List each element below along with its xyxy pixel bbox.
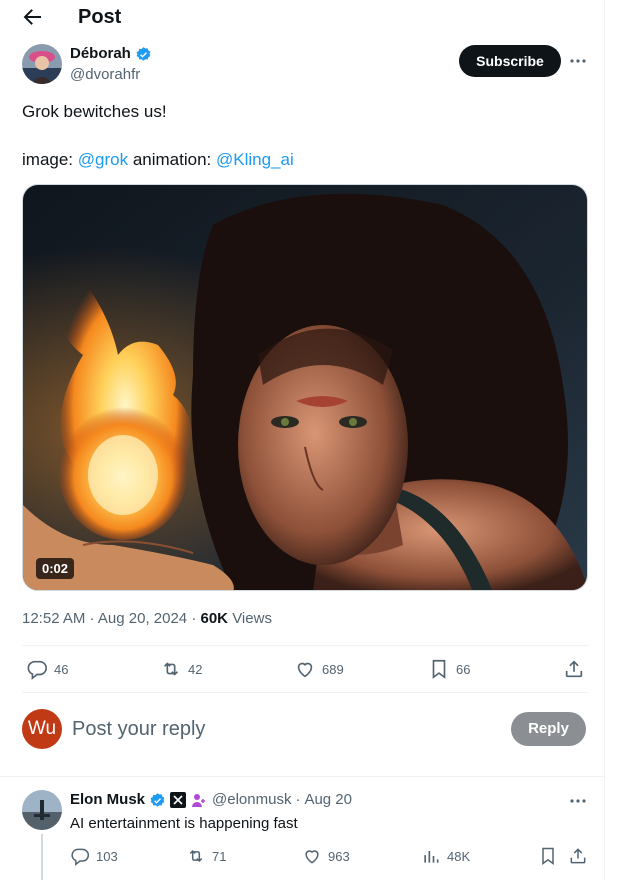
- repost-icon: [186, 846, 206, 866]
- reply-like-action[interactable]: 963: [302, 846, 350, 866]
- like-icon: [302, 846, 322, 866]
- reply-repost-count: 71: [212, 848, 227, 864]
- reply-button[interactable]: Reply: [511, 712, 586, 746]
- reply-author-handle[interactable]: @elonmusk: [212, 791, 291, 809]
- composer-avatar[interactable]: Wu: [22, 709, 62, 749]
- reply-count: 46: [54, 661, 69, 677]
- back-arrow-icon[interactable]: [20, 5, 44, 29]
- bookmark-action[interactable]: 66: [428, 658, 470, 680]
- reply-views-action[interactable]: 48K: [421, 846, 470, 866]
- like-count: 689: [322, 661, 344, 677]
- video-media[interactable]: [22, 184, 588, 591]
- animation-label: animation:: [132, 150, 212, 169]
- page-header: Post: [0, 0, 605, 34]
- reply-separator: ·: [295, 791, 301, 808]
- thread-line: [41, 834, 43, 880]
- video-duration-badge: 0:02: [36, 558, 75, 579]
- page-title: Post: [78, 6, 122, 28]
- repost-count: 42: [188, 661, 203, 677]
- reply-share-action[interactable]: [568, 846, 588, 866]
- author-name[interactable]: Déborah: [70, 45, 131, 63]
- reply-icon: [70, 846, 90, 866]
- tweet-credits: image: @grok animation: @Kling_ai: [22, 149, 294, 171]
- image-label: image:: [22, 150, 74, 169]
- divider: [22, 692, 588, 693]
- reply-author-name[interactable]: Elon Musk: [70, 791, 145, 809]
- author-handle[interactable]: @dvorahfr: [70, 66, 140, 84]
- post-meta: 12:52 AM · Aug 20, 2024 · 60K Views: [22, 610, 272, 627]
- verified-badge-icon: [135, 46, 152, 63]
- views-count: 60K: [200, 610, 229, 627]
- tweet-text: Grok bewitches us!: [22, 102, 167, 121]
- reply-action[interactable]: 46: [26, 658, 68, 680]
- bookmark-count: 66: [456, 661, 471, 677]
- reply-bookmark-action[interactable]: [538, 846, 558, 866]
- author-avatar[interactable]: [22, 44, 62, 84]
- reply-input[interactable]: [72, 716, 472, 742]
- reply-repost-action[interactable]: 71: [186, 846, 226, 866]
- more-icon[interactable]: [568, 51, 588, 71]
- share-icon: [563, 658, 585, 680]
- post-column: Post Déborah @dvorahfr Subscribe Grok be…: [0, 0, 605, 880]
- video-thumbnail: [23, 185, 587, 590]
- repost-action[interactable]: 42: [160, 658, 202, 680]
- views-icon: [421, 846, 441, 866]
- more-icon[interactable]: [568, 791, 588, 811]
- reply-icon: [26, 658, 48, 680]
- author-name-row: Déborah: [70, 45, 152, 63]
- like-action[interactable]: 689: [294, 658, 344, 680]
- post-time[interactable]: 12:52 AM: [22, 610, 85, 627]
- reply-views-count: 48K: [447, 848, 471, 864]
- reply-reply-action[interactable]: 103: [70, 846, 118, 866]
- repost-icon: [160, 658, 182, 680]
- reply-header: Elon Musk @elonmusk · Aug 20: [70, 791, 352, 809]
- reply-date[interactable]: Aug 20: [304, 791, 352, 809]
- reply-text: AI entertainment is happening fast: [70, 815, 298, 832]
- bookmark-icon: [538, 846, 558, 866]
- x-logo-icon[interactable]: [170, 792, 187, 808]
- like-icon: [294, 658, 316, 680]
- reply-like-count: 963: [328, 848, 350, 864]
- divider: [22, 645, 588, 646]
- affiliate-badge-icon[interactable]: [190, 792, 206, 808]
- reply-author-avatar[interactable]: [22, 790, 62, 830]
- bookmark-icon: [428, 658, 450, 680]
- mention-grok[interactable]: @grok: [78, 150, 128, 169]
- divider: [0, 776, 605, 777]
- reply-reply-count: 103: [96, 848, 118, 864]
- share-action[interactable]: [563, 658, 585, 680]
- subscribe-button[interactable]: Subscribe: [459, 45, 561, 77]
- share-icon: [568, 846, 588, 866]
- views-label: Views: [232, 610, 272, 627]
- verified-badge-icon: [149, 792, 166, 809]
- mention-kling[interactable]: @Kling_ai: [216, 150, 294, 169]
- post-date[interactable]: Aug 20, 2024: [98, 610, 187, 627]
